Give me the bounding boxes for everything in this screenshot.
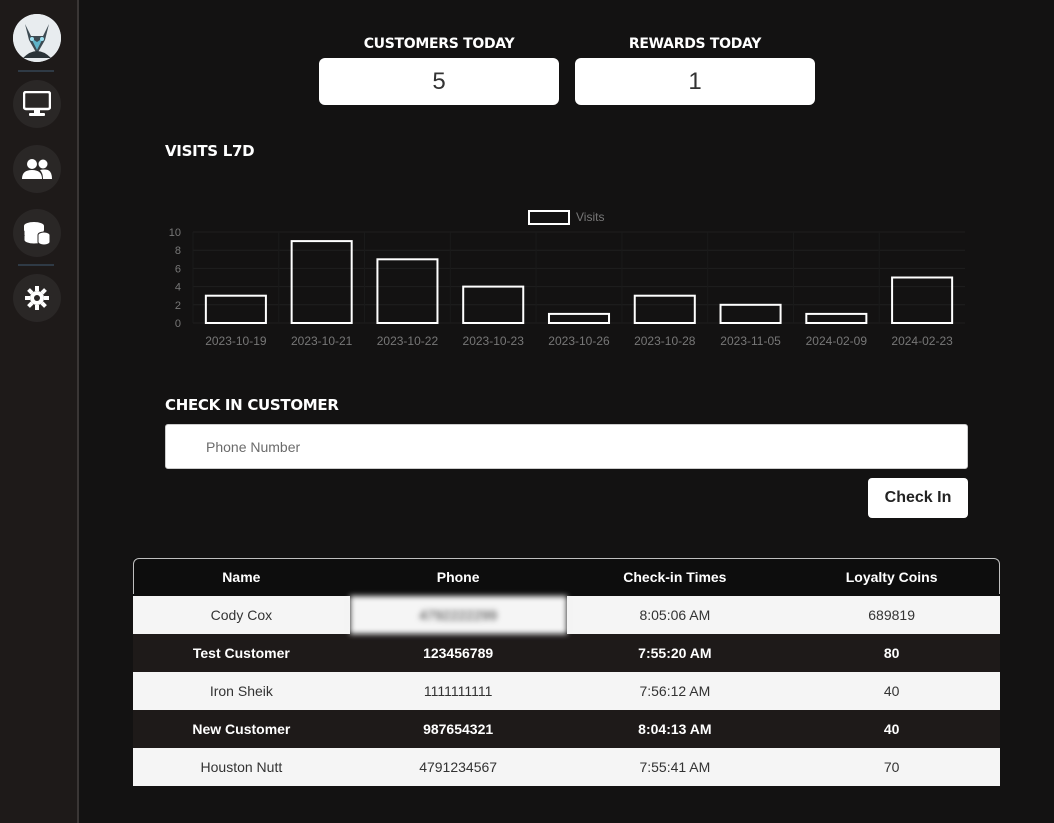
table-row[interactable]: Houston Nutt 4791234567 7:55:41 AM 70 [133,748,1000,786]
cell-time: 7:55:20 AM [566,634,784,672]
cell-coins: 40 [783,710,1000,748]
customers-today-value: 5 [319,58,559,105]
cell-coins: 40 [783,672,1000,710]
cell-phone: 987654321 [349,710,567,748]
sidebar-divider [18,70,54,72]
bar [805,312,868,325]
cat-avatar-icon [13,14,61,62]
cell-phone: 123456789 [349,634,567,672]
table-row[interactable]: Iron Sheik 1111111111 7:56:12 AM 40 [133,672,1000,710]
cell-time: 8:05:06 AM [566,596,784,634]
avatar[interactable] [13,14,61,62]
cell-name: Iron Sheik [133,672,350,710]
customers-today-label: CUSTOMERS TODAY [363,36,515,52]
checkins-table: Name Phone Check-in Times Loyalty Coins … [133,558,1000,786]
sidebar-divider [18,264,54,266]
y-tick-label: 0 [175,318,181,330]
cell-name: Cody Cox [133,596,350,634]
gear-icon [25,286,49,310]
bar [547,312,611,325]
y-tick-label: 4 [175,282,181,294]
phone-number-input[interactable] [165,424,968,469]
bar [719,303,782,325]
sidebar-item-dashboard[interactable] [13,80,61,128]
table-row[interactable]: Test Customer 123456789 7:55:20 AM 80 [133,634,1000,672]
y-tick-label: 8 [175,245,181,257]
x-tick-label: 2023-11-05 [720,334,781,348]
x-tick-label: 2023-10-23 [463,334,525,348]
x-tick-label: 2023-10-26 [548,334,610,348]
coins-icon [23,222,51,246]
cell-time: 7:55:41 AM [566,748,784,786]
cell-name: Houston Nutt [133,748,350,786]
cell-time: 7:56:12 AM [566,672,784,710]
sidebar-item-customers[interactable] [13,145,61,193]
cell-coins: 689819 [783,596,1000,634]
table-header-row: Name Phone Check-in Times Loyalty Coins [133,558,1000,596]
column-header-name[interactable]: Name [133,558,350,596]
table-row[interactable]: New Customer 987654321 8:04:13 AM 40 [133,710,1000,748]
cell-time: 8:04:13 AM [566,710,784,748]
visits-chart: 0 2 4 6 8 10 2023-10-19 2023-10-21 2023-10-22 202… [169,210,965,348]
table-row[interactable]: Cody Cox 4792222299 8:05:06 AM 689819 [133,596,1000,634]
cell-phone: 4792222299 [349,596,567,634]
monitor-icon [23,91,51,116]
y-tick-label: 6 [175,263,181,275]
y-tick-label: 10 [169,227,181,239]
column-header-loyalty-coins[interactable]: Loyalty Coins [783,558,1000,596]
visits-title: VISITS L7D [165,142,255,160]
x-tick-label: 2024-02-23 [891,334,953,348]
cell-phone: 4791234567 [349,748,567,786]
legend-swatch [528,210,570,225]
x-tick-label: 2023-10-28 [634,334,696,348]
bar [290,240,353,324]
x-tick-label: 2024-02-09 [806,334,868,348]
check-in-button[interactable]: Check In [868,478,968,518]
rewards-today-label: REWARDS TODAY [628,36,762,52]
x-tick-label: 2023-10-21 [291,334,353,348]
x-tick-label: 2023-10-19 [205,334,267,348]
y-tick-label: 2 [175,300,181,312]
users-icon [22,159,52,179]
bar [891,276,954,324]
sidebar-item-rewards[interactable] [13,209,61,257]
cell-coins: 70 [783,748,1000,786]
sidebar [0,0,79,823]
cell-name: Test Customer [133,634,350,672]
sidebar-item-settings[interactable] [13,274,61,322]
x-tick-label: 2023-10-22 [377,334,439,348]
check-in-title: CHECK IN CUSTOMER [165,396,339,414]
legend-label: Visits [576,210,604,224]
cell-coins: 80 [783,634,1000,672]
rewards-today-value: 1 [575,58,815,105]
column-header-phone[interactable]: Phone [349,558,567,596]
bar [633,294,696,324]
cell-phone: 1111111111 [349,672,567,710]
column-header-checkin-times[interactable]: Check-in Times [566,558,784,596]
bar [204,294,267,324]
cell-name: New Customer [133,710,350,748]
